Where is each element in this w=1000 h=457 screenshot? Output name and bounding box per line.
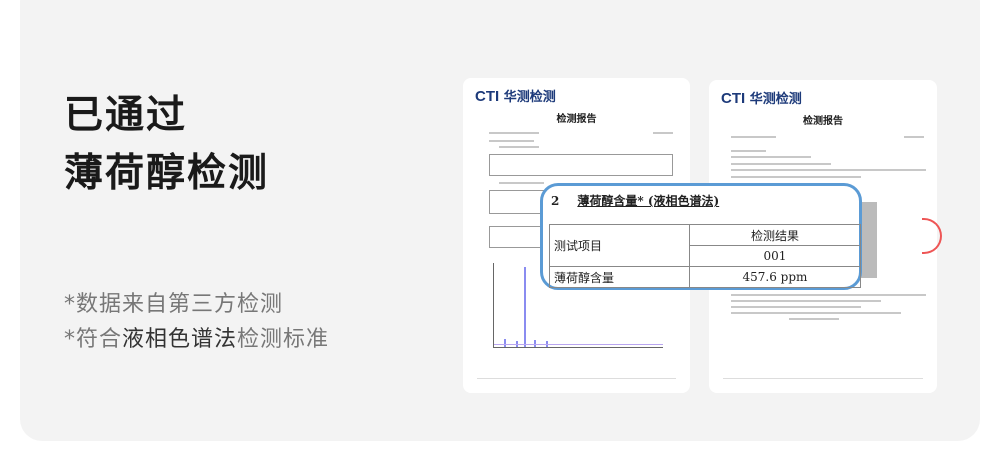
result-table: 测试项目 检测结果 001 薄荷醇含量 457.6 ppm xyxy=(549,224,862,288)
report-title: 检测报告 xyxy=(803,116,843,127)
section-title: 2 薄荷醇含量* (液相色谱法) xyxy=(551,194,720,208)
row-label: 薄荷醇含量 xyxy=(549,266,690,288)
row-value: 457.6 ppm xyxy=(688,266,862,288)
headline-line1: 已通过 xyxy=(64,93,188,138)
cti-logo: CTI 华测检测 xyxy=(721,90,802,107)
sample-id: 001 xyxy=(688,245,862,267)
cti-logo: CTI 华测检测 xyxy=(475,88,556,105)
bullet-1: *数据来自第三方检测 xyxy=(64,292,284,317)
result-header: 检测结果 xyxy=(688,224,862,246)
bullet-highlight: 液相色谱法 xyxy=(122,327,238,352)
col-header: 测试项目 xyxy=(549,224,690,267)
report-title: 检测报告 xyxy=(556,114,597,125)
result-callout: 2 薄荷醇含量* (液相色谱法) 测试项目 检测结果 001 薄荷醇含量 457.6 … xyxy=(540,183,862,290)
headline-line2: 薄荷醇检测 xyxy=(64,151,270,196)
bullet-2: *符合液相色谱法检测标准 xyxy=(64,327,330,352)
